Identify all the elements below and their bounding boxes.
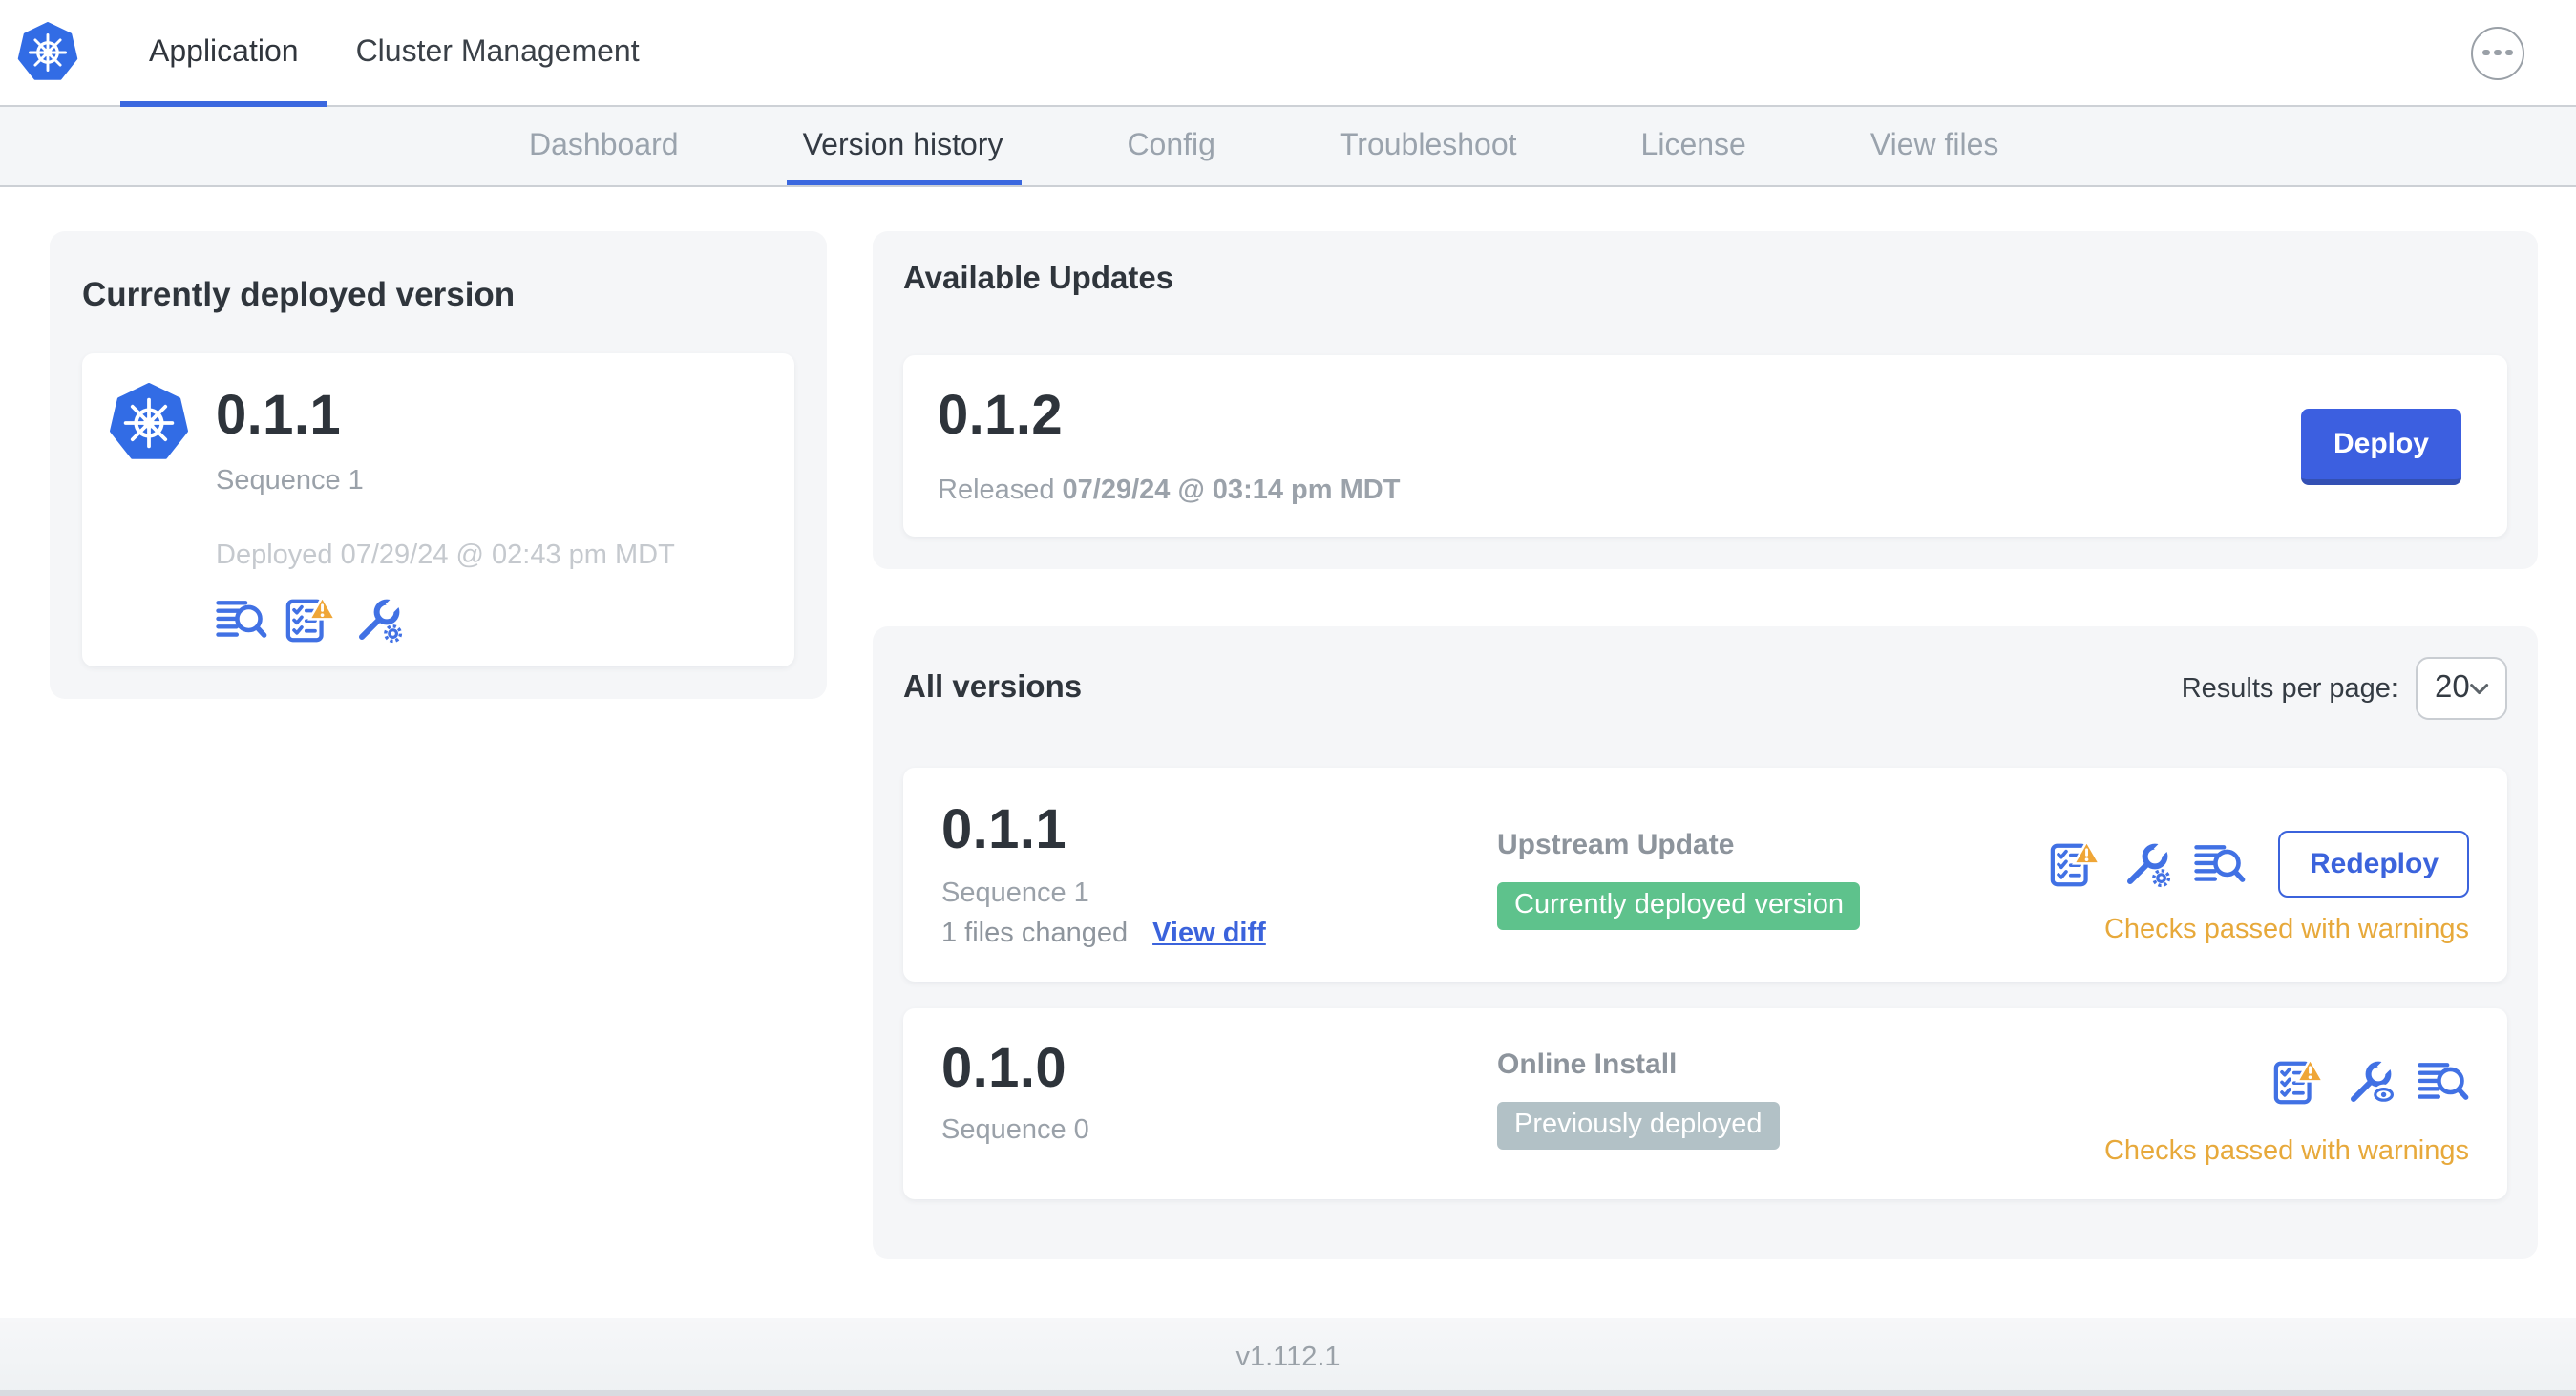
available-updates-title: Available Updates (903, 262, 1174, 296)
list-search-icon[interactable] (216, 595, 267, 646)
admin-console-page: Application Cluster Management Dashboard… (0, 0, 2576, 1396)
deploy-button[interactable]: Deploy (2300, 408, 2461, 485)
app-tabs: Application Cluster Management (120, 0, 668, 107)
list-search-icon[interactable] (2418, 1055, 2469, 1107)
tab-license[interactable]: License (1641, 107, 1746, 185)
currently-deployed-title: Currently deployed version (82, 275, 516, 313)
currently-deployed-panel: Currently deployed version 0.1.1 Sequenc… (50, 231, 827, 700)
checklist-warning-icon[interactable] (285, 595, 336, 646)
tab-application[interactable]: Application (120, 0, 328, 107)
row-sequence: Sequence 1 (941, 878, 1089, 909)
version-source-label: Upstream Update (1497, 829, 1735, 862)
page-footer: v1.112.1 (0, 1318, 2576, 1396)
more-options-button[interactable] (2471, 26, 2524, 79)
results-per-page: Results per page: 20 (2181, 657, 2507, 721)
deployed-version-number: 0.1.1 (216, 386, 341, 447)
sub-nav: Dashboard Version history Config Trouble… (0, 107, 2576, 187)
checklist-warning-icon[interactable] (2272, 1055, 2324, 1107)
all-versions-panel: All versions Results per page: 20 0.1.1 … (873, 626, 2538, 1259)
list-search-icon[interactable] (2195, 839, 2247, 891)
kubernetes-logo-icon (17, 21, 78, 84)
deployed-version-card: 0.1.1 Sequence 1 Deployed 07/29/24 @ 02:… (82, 353, 794, 667)
results-per-page-label: Results per page: (2181, 673, 2398, 705)
update-row: 0.1.2 Released 07/29/24 @ 03:14 pm MDT De… (903, 355, 2507, 538)
available-updates-panel: Available Updates 0.1.2 Released 07/29/24… (873, 231, 2538, 570)
tab-troubleshoot[interactable]: Troubleshoot (1340, 107, 1517, 185)
console-version: v1.112.1 (1235, 1342, 1341, 1372)
status-badge: Previously deployed (1497, 1101, 1780, 1150)
row-sequence: Sequence 0 (941, 1115, 1089, 1147)
top-nav: Application Cluster Management (0, 0, 2576, 107)
tab-dashboard[interactable]: Dashboard (529, 107, 679, 185)
wrench-eye-icon[interactable] (2345, 1055, 2397, 1107)
version-row: 0.1.1 Sequence 1 1 files changed View di… (903, 768, 2507, 982)
checklist-warning-icon[interactable] (2050, 839, 2101, 891)
checks-status: Checks passed with warnings (2103, 1135, 2469, 1167)
ellipsis-icon (2482, 49, 2490, 56)
main-content: Currently deployed version 0.1.1 Sequenc… (0, 187, 2576, 1259)
version-source-label: Online Install (1497, 1047, 1678, 1081)
all-versions-title: All versions (903, 670, 1083, 706)
update-version-number: 0.1.2 (938, 386, 1063, 447)
kubernetes-app-icon (109, 382, 189, 464)
files-changed-label: 1 files changed (941, 918, 1129, 949)
results-per-page-select[interactable]: 20 (2416, 657, 2507, 721)
wrench-gear-icon[interactable] (353, 595, 405, 646)
deployed-timestamp: Deployed 07/29/24 @ 02:43 pm MDT (216, 540, 675, 572)
redeploy-button[interactable]: Redeploy (2278, 831, 2469, 899)
release-timestamp: Released 07/29/24 @ 03:14 pm MDT (938, 476, 1401, 507)
row-version-number: 0.1.0 (941, 1038, 1066, 1100)
right-column: Available Updates 0.1.2 Released 07/29/24… (873, 231, 2538, 1259)
wrench-gear-icon[interactable] (2122, 839, 2174, 891)
view-diff-link[interactable]: View diff (1152, 918, 1266, 948)
tab-version-history[interactable]: Version history (787, 107, 1023, 185)
tab-cluster-management[interactable]: Cluster Management (327, 0, 668, 105)
version-row: 0.1.0 Sequence 0 Online Install Previous… (903, 1007, 2507, 1199)
tab-view-files[interactable]: View files (1870, 107, 1999, 185)
chevron-down-icon (2470, 682, 2490, 697)
deployed-icon-row (216, 595, 675, 646)
status-badge: Currently deployed version (1497, 882, 1861, 931)
checks-status: Checks passed with warnings (2103, 915, 2469, 946)
deployed-sequence: Sequence 1 (216, 466, 364, 497)
row-version-number: 0.1.1 (941, 800, 1066, 862)
tab-config[interactable]: Config (1127, 107, 1215, 185)
